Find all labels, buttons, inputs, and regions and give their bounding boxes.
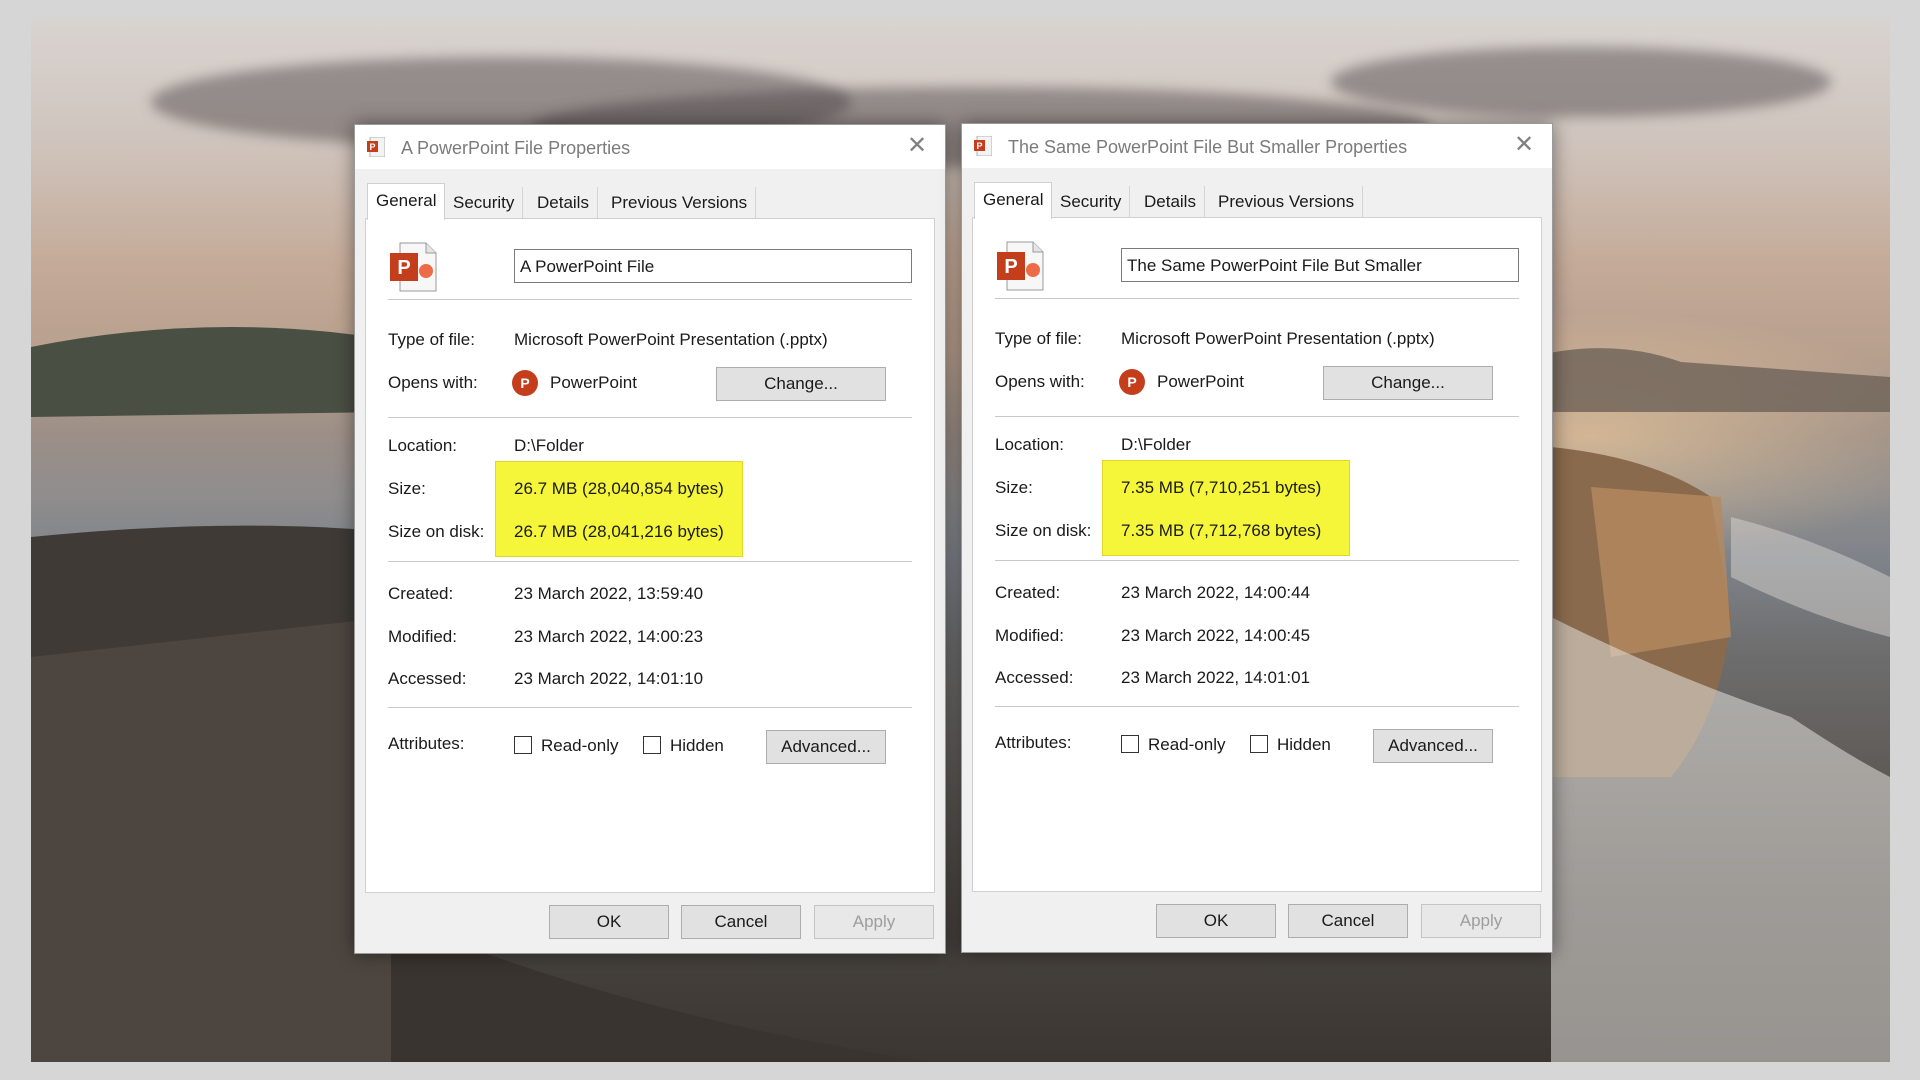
separator <box>995 298 1519 299</box>
tab-details[interactable]: Details <box>1136 186 1205 217</box>
hidden-checkbox[interactable] <box>643 736 661 754</box>
close-icon[interactable]: ✕ <box>1510 131 1538 159</box>
tab-security[interactable]: Security <box>1052 186 1131 217</box>
window-title: A PowerPoint File Properties <box>401 138 631 158</box>
size-label: Size: <box>995 478 1033 497</box>
modified-value: 23 March 2022, 14:00:45 <box>1121 626 1311 645</box>
apply-button[interactable]: Apply <box>1421 904 1541 938</box>
size-on-disk-label: Size on disk: <box>995 521 1092 540</box>
location-value: D:\Folder <box>1121 435 1191 454</box>
opens-with-label: Opens with: <box>388 373 478 392</box>
readonly-checkbox[interactable] <box>1121 735 1139 753</box>
close-icon[interactable]: ✕ <box>903 132 931 160</box>
separator <box>388 299 912 300</box>
general-panel: P A PowerPoint File Type of file: Micros… <box>365 218 935 893</box>
powerpoint-app-icon: P <box>512 370 538 396</box>
size-on-disk-label: Size on disk: <box>388 522 485 541</box>
created-value: 23 March 2022, 14:00:44 <box>1121 583 1311 602</box>
opens-with-label: Opens with: <box>995 372 1085 391</box>
separator <box>388 417 912 418</box>
size-on-disk-value: 26.7 MB (28,041,216 bytes) <box>514 522 724 541</box>
apply-button[interactable]: Apply <box>814 905 934 939</box>
type-label: Type of file: <box>995 329 1082 348</box>
separator <box>995 416 1519 417</box>
change-button[interactable]: Change... <box>716 367 886 401</box>
type-value: Microsoft PowerPoint Presentation (.pptx… <box>514 330 828 349</box>
svg-text:P: P <box>397 257 410 279</box>
readonly-checkbox[interactable] <box>514 736 532 754</box>
size-on-disk-value: 7.35 MB (7,712,768 bytes) <box>1121 521 1322 540</box>
size-value: 7.35 MB (7,710,251 bytes) <box>1121 478 1322 497</box>
powerpoint-app-icon: P <box>1119 369 1145 395</box>
size-highlight <box>1102 460 1350 556</box>
modified-label: Modified: <box>388 627 457 646</box>
readonly-label: Read-only <box>541 736 619 755</box>
separator <box>995 560 1519 561</box>
modified-value: 23 March 2022, 14:00:23 <box>514 627 704 646</box>
advanced-button[interactable]: Advanced... <box>766 730 886 764</box>
tab-details[interactable]: Details <box>529 187 598 218</box>
created-value: 23 March 2022, 13:59:40 <box>514 584 704 603</box>
created-label: Created: <box>995 583 1061 602</box>
hidden-label: Hidden <box>670 736 724 755</box>
properties-dialog-2: P The Same PowerPoint File But Smaller P… <box>961 123 1553 953</box>
size-label: Size: <box>388 479 426 498</box>
file-name-input[interactable]: The Same PowerPoint File But Smaller <box>1121 248 1519 282</box>
svg-text:P: P <box>369 142 375 152</box>
size-value: 26.7 MB (28,040,854 bytes) <box>514 479 724 498</box>
attributes-label: Attributes: <box>388 734 465 753</box>
window-title: The Same PowerPoint File But Smaller Pro… <box>1008 137 1408 157</box>
powerpoint-file-icon: P <box>997 241 1044 291</box>
accessed-label: Accessed: <box>995 668 1074 687</box>
file-name-input[interactable]: A PowerPoint File <box>514 249 912 283</box>
size-highlight <box>495 461 743 557</box>
attributes-label: Attributes: <box>995 733 1072 752</box>
opens-with-value: PowerPoint <box>1157 372 1244 391</box>
location-value: D:\Folder <box>514 436 584 455</box>
svg-text:P: P <box>976 141 982 151</box>
hidden-label: Hidden <box>1277 735 1331 754</box>
title-bar[interactable]: P The Same PowerPoint File But Smaller P… <box>962 124 1552 168</box>
ok-button[interactable]: OK <box>549 905 669 939</box>
ok-button[interactable]: OK <box>1156 904 1276 938</box>
location-label: Location: <box>995 435 1064 454</box>
modified-label: Modified: <box>995 626 1064 645</box>
location-label: Location: <box>388 436 457 455</box>
tab-previous-versions[interactable]: Previous Versions <box>603 187 757 218</box>
type-label: Type of file: <box>388 330 475 349</box>
title-bar[interactable]: P A PowerPoint File Properties ✕ <box>355 125 945 169</box>
separator <box>388 707 912 708</box>
tab-previous-versions[interactable]: Previous Versions <box>1210 186 1364 217</box>
opens-with-value: PowerPoint <box>550 373 637 392</box>
change-button[interactable]: Change... <box>1323 366 1493 400</box>
accessed-value: 23 March 2022, 14:01:01 <box>1121 668 1311 687</box>
accessed-label: Accessed: <box>388 669 467 688</box>
hidden-checkbox[interactable] <box>1250 735 1268 753</box>
tab-general[interactable]: General <box>974 182 1053 219</box>
readonly-label: Read-only <box>1148 735 1226 754</box>
powerpoint-file-icon: P <box>367 137 385 157</box>
type-value: Microsoft PowerPoint Presentation (.pptx… <box>1121 329 1435 348</box>
separator <box>388 561 912 562</box>
tab-general[interactable]: General <box>367 183 446 220</box>
created-label: Created: <box>388 584 454 603</box>
properties-dialog-1: P A PowerPoint File Properties ✕ General… <box>354 124 946 954</box>
powerpoint-file-icon: P <box>390 242 437 292</box>
tab-security[interactable]: Security <box>445 187 524 218</box>
accessed-value: 23 March 2022, 14:01:10 <box>514 669 704 688</box>
cancel-button[interactable]: Cancel <box>681 905 801 939</box>
svg-text:P: P <box>1004 256 1017 278</box>
advanced-button[interactable]: Advanced... <box>1373 729 1493 763</box>
powerpoint-file-icon: P <box>974 136 992 156</box>
general-panel: P The Same PowerPoint File But Smaller T… <box>972 217 1542 892</box>
cancel-button[interactable]: Cancel <box>1288 904 1408 938</box>
separator <box>995 706 1519 707</box>
